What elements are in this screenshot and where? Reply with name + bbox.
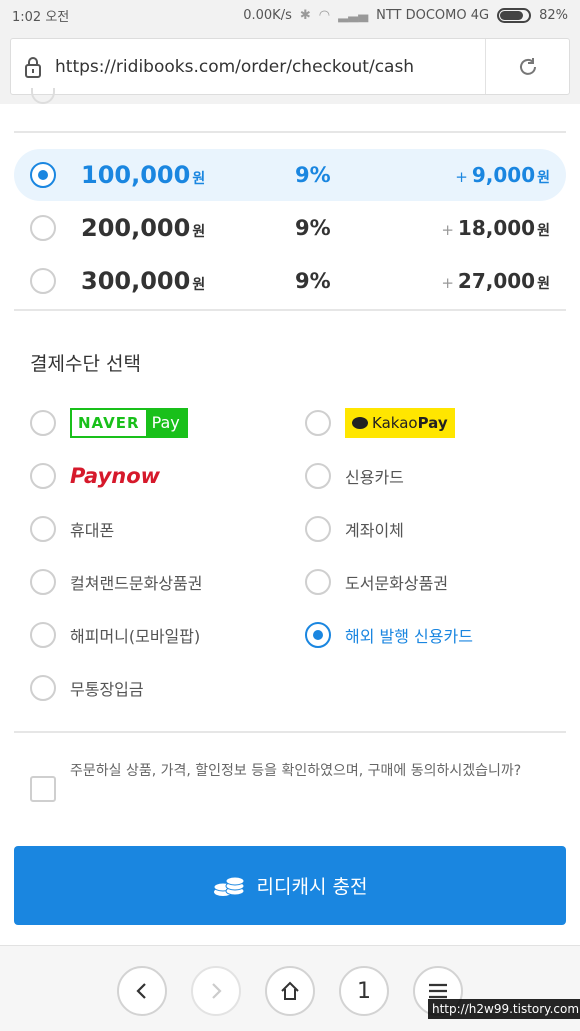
payment-radio[interactable] bbox=[30, 516, 56, 542]
amount-radio[interactable] bbox=[30, 268, 56, 294]
status-bar: 1:02 오전 0.00K/s ✱ ◠ ▂▃▄ NTT DOCOMO 4G 82… bbox=[0, 0, 580, 30]
payment-kakaopay[interactable]: Kakao Pay bbox=[305, 408, 455, 438]
bonus-amount: +27,000 원 bbox=[441, 269, 550, 293]
battery-icon bbox=[497, 7, 532, 23]
browser-toolbar: https://ridibooks.com/order/checkout/cas… bbox=[0, 30, 580, 104]
payment-bank-transfer[interactable]: 계좌이체 bbox=[305, 514, 404, 544]
bonus-rate: 9% bbox=[295, 216, 331, 240]
payment-label: 신용카드 bbox=[345, 468, 404, 487]
payment-radio[interactable] bbox=[30, 675, 56, 701]
payment-label: 무통장입금 bbox=[70, 680, 144, 699]
speech-bubble-icon bbox=[352, 417, 368, 429]
charge-button[interactable]: 리디캐시 충전 bbox=[14, 846, 566, 925]
home-button[interactable] bbox=[265, 966, 315, 1016]
payment-overseas-card[interactable]: 해외 발행 신용카드 bbox=[305, 620, 473, 650]
amount-radio[interactable] bbox=[30, 162, 56, 188]
network-speed: 0.00K/s bbox=[243, 7, 292, 23]
bonus-rate: 9% bbox=[295, 269, 331, 293]
amount-value: 100,000 원 bbox=[81, 161, 206, 189]
payment-paynow[interactable]: Paynow bbox=[30, 461, 160, 491]
agreement-text: 주문하실 상품, 가격, 할인정보 등을 확인하였으며, 구매에 동의하시겠습니… bbox=[70, 763, 522, 779]
carrier: NTT DOCOMO 4G bbox=[376, 7, 490, 23]
payment-radio[interactable] bbox=[30, 622, 56, 648]
amount-row-300000[interactable]: 300,000 원 9% +27,000 원 bbox=[14, 255, 566, 307]
payment-label: 휴대폰 bbox=[70, 521, 115, 540]
back-button[interactable] bbox=[117, 966, 167, 1016]
forward-button[interactable] bbox=[191, 966, 241, 1016]
amount-row-200000[interactable]: 200,000 원 9% +18,000 원 bbox=[14, 202, 566, 254]
payment-cultureland[interactable]: 컬쳐랜드문화상품권 bbox=[30, 567, 202, 597]
payment-radio[interactable] bbox=[30, 463, 56, 489]
payment-label: 해피머니(모바일팝) bbox=[70, 627, 201, 646]
kakaopay-logo: Kakao Pay bbox=[345, 408, 455, 438]
payment-happymoney[interactable]: 해피머니(모바일팝) bbox=[30, 620, 200, 650]
payment-naverpay[interactable]: NAVER Pay bbox=[30, 408, 188, 438]
reload-button[interactable] bbox=[485, 39, 569, 94]
tabs-button[interactable]: 1 bbox=[339, 966, 389, 1016]
address-bar[interactable]: https://ridibooks.com/order/checkout/cas… bbox=[10, 38, 570, 95]
payment-label: 계좌이체 bbox=[345, 521, 404, 540]
paynow-logo: Paynow bbox=[70, 464, 161, 488]
payment-credit-card[interactable]: 신용카드 bbox=[305, 461, 404, 491]
amount-row-100000[interactable]: 100,000 원 9% +9,000 원 bbox=[14, 149, 566, 201]
payment-label: 해외 발행 신용카드 bbox=[345, 627, 473, 646]
lock-icon bbox=[11, 56, 55, 78]
signal-icon: ▂▃▄ bbox=[338, 7, 369, 23]
payment-label: 도서문화상품권 bbox=[345, 574, 449, 593]
watermark: http://h2w99.tistory.com bbox=[428, 999, 580, 1019]
chevron-right-icon bbox=[212, 983, 222, 999]
bonus-rate: 9% bbox=[295, 163, 331, 187]
payment-label: 컬쳐랜드문화상품권 bbox=[70, 574, 203, 593]
reload-icon bbox=[519, 57, 536, 75]
url-text[interactable]: https://ridibooks.com/order/checkout/cas… bbox=[55, 57, 485, 77]
payment-book-voucher[interactable]: 도서문화상품권 bbox=[305, 567, 448, 597]
agree-checkbox[interactable] bbox=[30, 776, 56, 802]
charge-button-label: 리디캐시 충전 bbox=[256, 876, 368, 898]
payment-radio[interactable] bbox=[30, 410, 56, 436]
amount-radio[interactable] bbox=[30, 215, 56, 241]
payment-radio[interactable] bbox=[305, 410, 331, 436]
payment-section-title: 결제수단 선택 bbox=[30, 353, 141, 375]
divider bbox=[14, 309, 566, 311]
payment-radio[interactable] bbox=[305, 463, 331, 489]
payment-radio[interactable] bbox=[30, 569, 56, 595]
status-right: 0.00K/s ✱ ◠ ▂▃▄ NTT DOCOMO 4G 82% bbox=[243, 7, 568, 23]
divider bbox=[14, 731, 566, 733]
chevron-left-icon bbox=[136, 983, 146, 999]
payment-radio[interactable] bbox=[305, 516, 331, 542]
agreement: 주문하실 상품, 가격, 할인정보 등을 확인하였으며, 구매에 동의하시겠습니… bbox=[30, 760, 565, 802]
menu-icon bbox=[429, 983, 447, 999]
payment-mobile[interactable]: 휴대폰 bbox=[30, 514, 114, 544]
wifi-icon: ◠ bbox=[318, 7, 331, 23]
payment-radio[interactable] bbox=[305, 569, 331, 595]
naverpay-logo: NAVER Pay bbox=[70, 408, 188, 438]
battery-percent: 82% bbox=[539, 7, 568, 23]
status-time: 1:02 오전 bbox=[12, 9, 70, 25]
bonus-amount: +18,000 원 bbox=[441, 216, 550, 240]
amount-value: 200,000 원 bbox=[81, 214, 206, 242]
payment-radio[interactable] bbox=[305, 622, 331, 648]
coins-icon bbox=[213, 876, 245, 896]
bonus-amount: +9,000 원 bbox=[455, 163, 550, 187]
bluetooth-icon: ✱ bbox=[299, 7, 311, 23]
home-icon bbox=[281, 981, 299, 1000]
amount-value: 300,000 원 bbox=[81, 267, 206, 295]
divider bbox=[14, 131, 566, 133]
payment-deposit[interactable]: 무통장입금 bbox=[30, 673, 144, 703]
